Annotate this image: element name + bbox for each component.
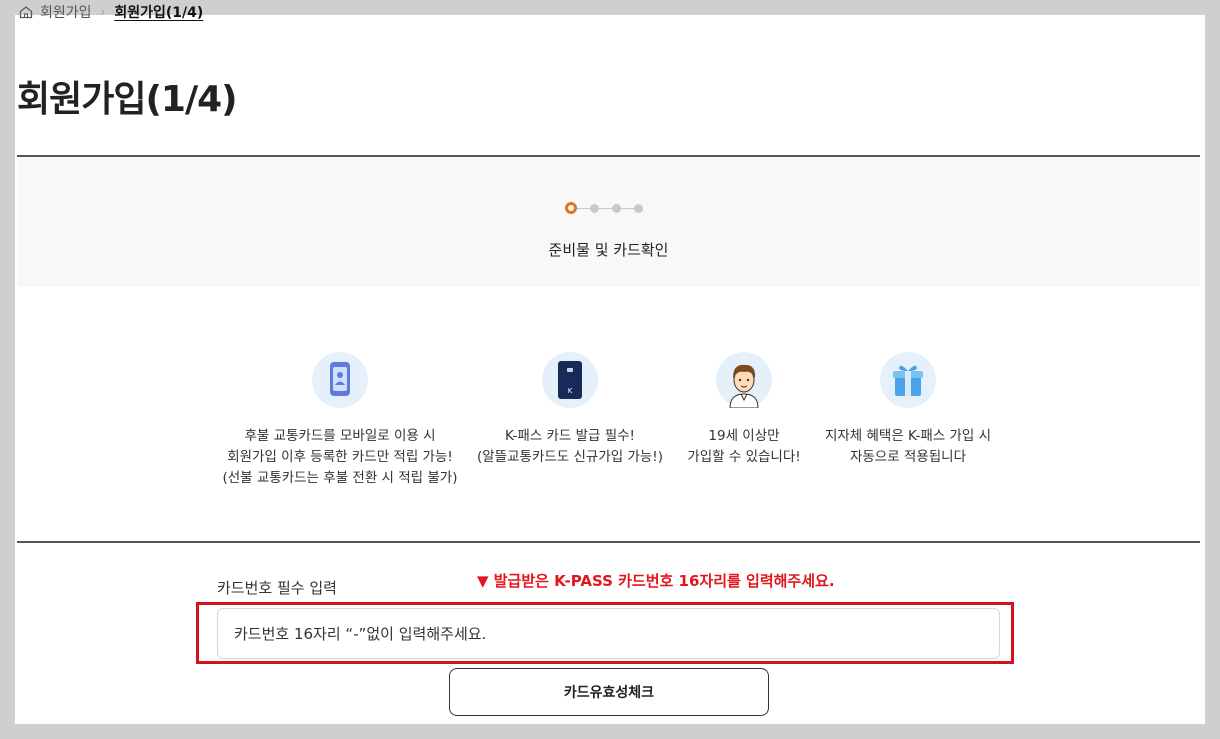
step-connector [599, 207, 612, 209]
feature-text-line: (선불 교통카드는 후불 전환 시 적립 불가) [222, 470, 458, 486]
step-label: 준비물 및 카드확인 [548, 241, 669, 259]
step-progress [565, 202, 643, 214]
breadcrumb-current: 회원가입(1/4) [114, 5, 204, 21]
step-dot-1 [565, 202, 577, 214]
home-icon[interactable] [18, 4, 34, 20]
person-avatar-icon [716, 352, 772, 409]
feature-text-line: 자동으로 적용됩니다 [849, 449, 967, 465]
step-dot-4 [634, 203, 643, 213]
step-dot-3 [612, 203, 621, 213]
page-title: 회원가입(1/4) [17, 79, 238, 120]
svg-text:K: K [568, 387, 573, 395]
breadcrumb-parent[interactable]: 회원가입 [40, 2, 92, 22]
gift-icon [880, 352, 936, 408]
card-number-notice: ▼ 발급받은 K-PASS 카드번호 16자리를 입력해주세요. [477, 572, 835, 590]
card-validity-check-button[interactable]: 카드유효성체크 [449, 668, 769, 716]
chevron-right-icon: › [100, 5, 106, 19]
breadcrumb: 회원가입 › 회원가입(1/4) [18, 2, 203, 22]
divider [17, 541, 1200, 543]
feature-text-line: 후불 교통카드를 모바일로 이용 시 [244, 428, 436, 444]
step-indicator: 준비물 및 카드확인 [17, 157, 1200, 287]
feature-text-line: 지자체 혜택은 K-패스 가입 시 [824, 428, 992, 444]
mobile-card-icon [312, 352, 368, 408]
feature-text-line: 회원가입 이후 등록한 카드만 적립 가능! [227, 449, 453, 465]
step-connector [577, 207, 590, 209]
feature-local-benefit: 지자체 혜택은 K-패스 가입 시 자동으로 적용됩니다 [788, 352, 1028, 468]
requirements-list: 후불 교통카드를 모바일로 이용 시 회원가입 이후 등록한 카드만 적립 가능… [220, 352, 1020, 502]
step-dot-2 [590, 203, 599, 213]
step-connector [621, 207, 634, 209]
card-number-input[interactable] [217, 608, 1000, 659]
card-number-label: 카드번호 필수 입력 [217, 579, 337, 597]
feature-mobile-card: 후불 교통카드를 모바일로 이용 시 회원가입 이후 등록한 카드만 적립 가능… [220, 352, 460, 489]
kpass-card-icon: K [542, 352, 598, 408]
